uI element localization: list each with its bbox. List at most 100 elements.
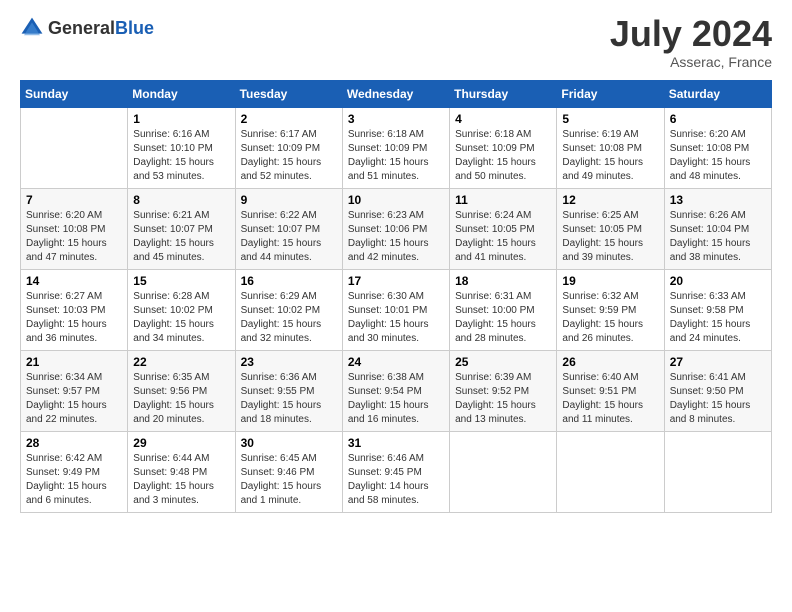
calendar-cell: 29Sunrise: 6:44 AM Sunset: 9:48 PM Dayli… (128, 432, 235, 513)
logo-icon (20, 16, 44, 40)
calendar-week-row: 14 Sunrise: 6:27 AM Sunset: 10:03 PM Dayl… (21, 270, 772, 351)
calendar-cell: 11Sunrise: 6:24 AM Sunset: 10:05 PM Dayl… (450, 189, 557, 270)
day-detail: Sunrise: 6:17 AM Sunset: 10:09 PM Daylig… (241, 128, 337, 184)
calendar-cell: 21Sunrise: 6:34 AM Sunset: 9:57 PM Dayli… (21, 351, 128, 432)
day-number: 8 (133, 193, 229, 207)
page-header: GeneralBlue July 2024 Asserac, France (20, 16, 772, 70)
day-detail: Sunrise: 6:19 AM Sunset: 10:08 PM Daylig… (562, 128, 658, 184)
day-number: 29 (133, 436, 229, 450)
month-year: July 2024 (610, 16, 772, 52)
calendar-cell: 23 Sunrise: 6:36 AM Sunset: 9:55 PM Dayli… (235, 351, 342, 432)
calendar-cell: 8 Sunrise: 6:21 AM Sunset: 10:07 PM Dayli… (128, 189, 235, 270)
day-number: 6 (670, 112, 766, 126)
calendar-week-row: 7 Sunrise: 6:20 AM Sunset: 10:08 PM Dayli… (21, 189, 772, 270)
day-number: 7 (26, 193, 122, 207)
day-number: 26 (562, 355, 658, 369)
day-detail: Sunrise: 6:20 AM Sunset: 10:08 PM Daylig… (26, 209, 122, 265)
calendar-cell: 30 Sunrise: 6:45 AM Sunset: 9:46 PM Dayli… (235, 432, 342, 513)
day-number: 3 (348, 112, 444, 126)
calendar-cell (557, 432, 664, 513)
calendar-cell: 20 Sunrise: 6:33 AM Sunset: 9:58 PM Dayli… (664, 270, 771, 351)
day-number: 9 (241, 193, 337, 207)
calendar-cell: 13Sunrise: 6:26 AM Sunset: 10:04 PM Dayl… (664, 189, 771, 270)
calendar-cell: 17Sunrise: 6:30 AM Sunset: 10:01 PM Dayl… (342, 270, 449, 351)
day-detail: Sunrise: 6:36 AM Sunset: 9:55 PM Dayligh… (241, 371, 337, 427)
logo-text-blue: Blue (115, 18, 154, 38)
day-number: 24 (348, 355, 444, 369)
day-number: 18 (455, 274, 551, 288)
calendar-cell: 27 Sunrise: 6:41 AM Sunset: 9:50 PM Dayli… (664, 351, 771, 432)
calendar-week-row: 28 Sunrise: 6:42 AM Sunset: 9:49 PM Dayli… (21, 432, 772, 513)
day-detail: Sunrise: 6:34 AM Sunset: 9:57 PM Dayligh… (26, 371, 122, 427)
day-number: 10 (348, 193, 444, 207)
calendar-cell: 9Sunrise: 6:22 AM Sunset: 10:07 PM Dayli… (235, 189, 342, 270)
day-of-week-header: Tuesday (235, 81, 342, 108)
day-of-week-header: Saturday (664, 81, 771, 108)
day-number: 31 (348, 436, 444, 450)
calendar-cell: 7 Sunrise: 6:20 AM Sunset: 10:08 PM Dayli… (21, 189, 128, 270)
day-number: 27 (670, 355, 766, 369)
calendar-cell: 2 Sunrise: 6:17 AM Sunset: 10:09 PM Dayli… (235, 108, 342, 189)
day-detail: Sunrise: 6:27 AM Sunset: 10:03 PM Daylig… (26, 290, 122, 346)
logo-text-general: General (48, 18, 115, 38)
day-detail: Sunrise: 6:24 AM Sunset: 10:05 PM Daylig… (455, 209, 551, 265)
day-detail: Sunrise: 6:31 AM Sunset: 10:00 PM Daylig… (455, 290, 551, 346)
day-number: 28 (26, 436, 122, 450)
day-detail: Sunrise: 6:45 AM Sunset: 9:46 PM Dayligh… (241, 452, 337, 508)
day-detail: Sunrise: 6:16 AM Sunset: 10:10 PM Daylig… (133, 128, 229, 184)
day-number: 1 (133, 112, 229, 126)
day-detail: Sunrise: 6:41 AM Sunset: 9:50 PM Dayligh… (670, 371, 766, 427)
day-number: 17 (348, 274, 444, 288)
day-detail: Sunrise: 6:21 AM Sunset: 10:07 PM Daylig… (133, 209, 229, 265)
day-of-week-header: Sunday (21, 81, 128, 108)
day-detail: Sunrise: 6:42 AM Sunset: 9:49 PM Dayligh… (26, 452, 122, 508)
day-detail: Sunrise: 6:39 AM Sunset: 9:52 PM Dayligh… (455, 371, 551, 427)
day-detail: Sunrise: 6:33 AM Sunset: 9:58 PM Dayligh… (670, 290, 766, 346)
day-detail: Sunrise: 6:40 AM Sunset: 9:51 PM Dayligh… (562, 371, 658, 427)
day-of-week-header: Wednesday (342, 81, 449, 108)
day-detail: Sunrise: 6:35 AM Sunset: 9:56 PM Dayligh… (133, 371, 229, 427)
day-of-week-header: Friday (557, 81, 664, 108)
day-detail: Sunrise: 6:18 AM Sunset: 10:09 PM Daylig… (455, 128, 551, 184)
calendar-cell: 3 Sunrise: 6:18 AM Sunset: 10:09 PM Dayli… (342, 108, 449, 189)
day-number: 19 (562, 274, 658, 288)
logo: GeneralBlue (20, 16, 154, 40)
day-detail: Sunrise: 6:38 AM Sunset: 9:54 PM Dayligh… (348, 371, 444, 427)
calendar-cell (21, 108, 128, 189)
day-number: 30 (241, 436, 337, 450)
calendar-cell: 18 Sunrise: 6:31 AM Sunset: 10:00 PM Dayl… (450, 270, 557, 351)
calendar-cell: 4 Sunrise: 6:18 AM Sunset: 10:09 PM Dayli… (450, 108, 557, 189)
calendar-body: 1 Sunrise: 6:16 AM Sunset: 10:10 PM Dayli… (21, 108, 772, 513)
day-detail: Sunrise: 6:46 AM Sunset: 9:45 PM Dayligh… (348, 452, 444, 508)
calendar-cell: 5 Sunrise: 6:19 AM Sunset: 10:08 PM Dayli… (557, 108, 664, 189)
day-detail: Sunrise: 6:29 AM Sunset: 10:02 PM Daylig… (241, 290, 337, 346)
day-number: 12 (562, 193, 658, 207)
day-number: 23 (241, 355, 337, 369)
calendar-cell (450, 432, 557, 513)
calendar-cell: 14 Sunrise: 6:27 AM Sunset: 10:03 PM Dayl… (21, 270, 128, 351)
day-number: 5 (562, 112, 658, 126)
day-number: 14 (26, 274, 122, 288)
days-of-week-row: SundayMondayTuesdayWednesdayThursdayFrid… (21, 81, 772, 108)
calendar-cell: 22 Sunrise: 6:35 AM Sunset: 9:56 PM Dayli… (128, 351, 235, 432)
day-number: 16 (241, 274, 337, 288)
day-detail: Sunrise: 6:23 AM Sunset: 10:06 PM Daylig… (348, 209, 444, 265)
day-of-week-header: Monday (128, 81, 235, 108)
day-detail: Sunrise: 6:32 AM Sunset: 9:59 PM Dayligh… (562, 290, 658, 346)
day-number: 13 (670, 193, 766, 207)
location: Asserac, France (610, 54, 772, 70)
day-number: 2 (241, 112, 337, 126)
day-detail: Sunrise: 6:18 AM Sunset: 10:09 PM Daylig… (348, 128, 444, 184)
calendar-cell: 19 Sunrise: 6:32 AM Sunset: 9:59 PM Dayli… (557, 270, 664, 351)
calendar-table: SundayMondayTuesdayWednesdayThursdayFrid… (20, 80, 772, 513)
day-detail: Sunrise: 6:20 AM Sunset: 10:08 PM Daylig… (670, 128, 766, 184)
calendar-cell (664, 432, 771, 513)
calendar-cell: 25 Sunrise: 6:39 AM Sunset: 9:52 PM Dayli… (450, 351, 557, 432)
day-number: 20 (670, 274, 766, 288)
day-number: 25 (455, 355, 551, 369)
day-number: 4 (455, 112, 551, 126)
day-detail: Sunrise: 6:28 AM Sunset: 10:02 PM Daylig… (133, 290, 229, 346)
day-number: 15 (133, 274, 229, 288)
calendar-header: SundayMondayTuesdayWednesdayThursdayFrid… (21, 81, 772, 108)
day-number: 22 (133, 355, 229, 369)
